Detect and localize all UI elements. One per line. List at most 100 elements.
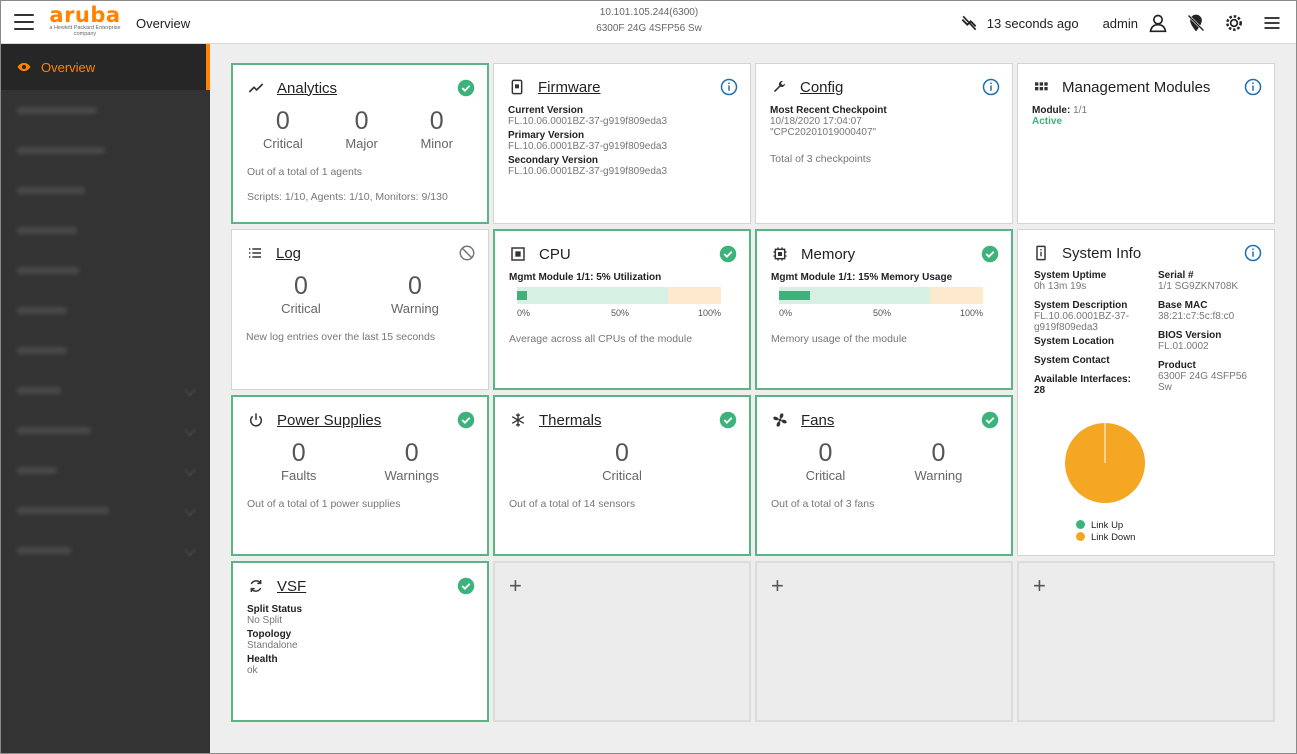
memory-gauge (779, 287, 983, 304)
check-circle-icon (457, 577, 475, 595)
config-checkpoint: Most Recent Checkpoint 10/18/2020 17:04:… (770, 105, 887, 138)
info-icon[interactable] (982, 78, 1000, 96)
fans-stats: 0 Critical 0 Warning (771, 439, 997, 485)
analytics-card[interactable]: Analytics 0 Critical 0 Major 0 Minor Out of… (231, 63, 489, 224)
device-ip: 10.101.105.244(6300) (599, 7, 699, 18)
thermals-note: Out of a total of 14 sensors (509, 498, 636, 510)
sidebar-item-blurred[interactable] (1, 290, 210, 330)
stat-warning: 0 Warning (914, 439, 963, 483)
add-icon[interactable]: + (771, 573, 784, 599)
analytics-scripts-note: Scripts: 1/10, Agents: 1/10, Monitors: 9… (247, 191, 448, 203)
stat-minor: 0 Minor (420, 107, 453, 151)
thermals-card[interactable]: Thermals 0 Critical Out of a total of 14 … (493, 395, 751, 556)
config-card[interactable]: Config Most Recent Checkpoint 10/18/2020… (755, 63, 1013, 224)
memory-card[interactable]: Memory Mgmt Module 1/1: 15% Memory Usage… (755, 229, 1013, 390)
username[interactable]: admin (1103, 16, 1138, 31)
check-circle-icon (719, 245, 737, 263)
module-status: Active (1032, 116, 1063, 127)
last-update-text: 13 seconds ago (986, 15, 1079, 31)
sidebar-item-blurred[interactable] (1, 170, 210, 210)
log-card[interactable]: Log 0 Critical 0 Warning New log entries o… (231, 229, 489, 390)
firmware-versions: Current Version FL.10.06.0001BZ-37-g919f… (508, 105, 668, 177)
power-title-link[interactable]: Power Supplies (277, 412, 381, 429)
sidebar-group-blurred[interactable] (1, 370, 210, 410)
cpu-card[interactable]: CPU Mgmt Module 1/1: 5% Utilization 0% 5… (493, 229, 751, 390)
add-widget-slot[interactable]: + (755, 561, 1013, 722)
wrench-icon (770, 78, 788, 96)
refresh-paused-icon[interactable] (957, 11, 981, 35)
cpu-note: Average across all CPUs of the module (509, 333, 693, 345)
log-note: New log entries over the last 15 seconds (246, 331, 436, 343)
sidebar-group-blurred[interactable] (1, 450, 210, 490)
sidebar-item-blurred[interactable] (1, 130, 210, 170)
aruba-logo[interactable]: aruba a Hewlett Packard Enterprise compa… (49, 5, 121, 41)
add-icon[interactable]: + (1033, 573, 1046, 599)
modules-title: Management Modules (1062, 78, 1211, 96)
power-supplies-card[interactable]: Power Supplies 0 Faults 0 Warnings Out of … (231, 395, 489, 556)
sidebar-group-blurred[interactable] (1, 530, 210, 570)
memory-chip-icon (771, 245, 789, 263)
add-widget-slot[interactable]: + (1017, 561, 1275, 722)
power-stats: 0 Faults 0 Warnings (247, 439, 473, 485)
sidebar-group-blurred[interactable] (1, 410, 210, 450)
add-icon[interactable]: + (509, 573, 522, 599)
sidebar: Overview (1, 44, 210, 753)
vsf-card[interactable]: VSF Split Status No Split Topology Stand… (231, 561, 489, 722)
sidebar-item-blurred[interactable] (1, 210, 210, 250)
blocked-icon (458, 244, 476, 262)
info-icon[interactable] (1244, 244, 1262, 262)
info-icon[interactable] (1244, 78, 1262, 96)
page-title: Overview (136, 16, 191, 31)
legend-link-down: Link Down (1076, 532, 1135, 544)
sidebar-item-blurred[interactable] (1, 250, 210, 290)
management-modules-card[interactable]: Management Modules Module: 1/1 Active (1017, 63, 1275, 224)
gear-icon[interactable] (1222, 11, 1246, 35)
info-icon[interactable] (720, 78, 738, 96)
header-actions: 13 seconds ago admin (957, 10, 1284, 36)
sidebar-item-blurred[interactable] (1, 330, 210, 370)
stat-critical: 0 Critical (602, 439, 642, 483)
sidebar-item-overview[interactable]: Overview (1, 44, 210, 90)
sidebar-item-blurred[interactable] (1, 90, 210, 130)
stat-critical: 0 Critical (281, 272, 321, 316)
fans-card[interactable]: Fans 0 Critical 0 Warning Out of a total o… (755, 395, 1013, 556)
log-title-link[interactable]: Log (276, 245, 301, 262)
check-circle-icon (981, 245, 999, 263)
device-info: 10.101.105.244(6300) 6300F 24G 4SFP56 Sw (549, 5, 749, 37)
system-info-card[interactable]: System Info System Uptime 0h 13m 19s Sys… (1017, 229, 1275, 556)
power-icon (247, 411, 265, 429)
thermals-title-link[interactable]: Thermals (539, 412, 602, 429)
vsf-title-link[interactable]: VSF (277, 578, 306, 595)
memory-title: Memory (801, 245, 856, 263)
check-circle-icon (719, 411, 737, 429)
grid-icon (1032, 78, 1050, 96)
fans-title-link[interactable]: Fans (801, 412, 834, 429)
device-info-icon (1032, 244, 1050, 262)
stat-critical: 0 Critical (263, 107, 303, 151)
user-icon[interactable] (1146, 11, 1170, 35)
firmware-title-link[interactable]: Firmware (538, 79, 601, 96)
location-off-icon[interactable] (1184, 11, 1208, 35)
more-menu-icon[interactable] (1260, 11, 1284, 35)
analytics-title-link[interactable]: Analytics (277, 80, 337, 97)
cpu-gauge-title: Mgmt Module 1/1: 5% Utilization (509, 272, 662, 283)
module-info: Module: 1/1 Active (1032, 105, 1264, 127)
legend-link-up: Link Up (1076, 520, 1135, 532)
add-widget-slot[interactable]: + (493, 561, 751, 722)
thermals-stats: 0 Critical (509, 439, 735, 485)
stat-faults: 0 Faults (281, 439, 317, 483)
pie-legend: Link Up Link Down (1076, 520, 1135, 544)
logo-tagline: a Hewlett Packard Enterprise company (49, 25, 121, 37)
app-window: aruba a Hewlett Packard Enterprise compa… (0, 0, 1297, 754)
check-circle-icon (981, 411, 999, 429)
config-title-link[interactable]: Config (800, 79, 843, 96)
check-circle-icon (457, 411, 475, 429)
sidebar-group-blurred[interactable] (1, 490, 210, 530)
menu-icon[interactable] (14, 14, 34, 30)
cpu-title: CPU (539, 245, 571, 263)
chip-icon (509, 245, 527, 263)
sidebar-item-label: Overview (41, 59, 96, 75)
device-model: 6300F 24G 4SFP56 Sw (596, 23, 702, 34)
power-note: Out of a total of 1 power supplies (247, 498, 401, 510)
firmware-card[interactable]: Firmware Current Version FL.10.06.0001BZ… (493, 63, 751, 224)
